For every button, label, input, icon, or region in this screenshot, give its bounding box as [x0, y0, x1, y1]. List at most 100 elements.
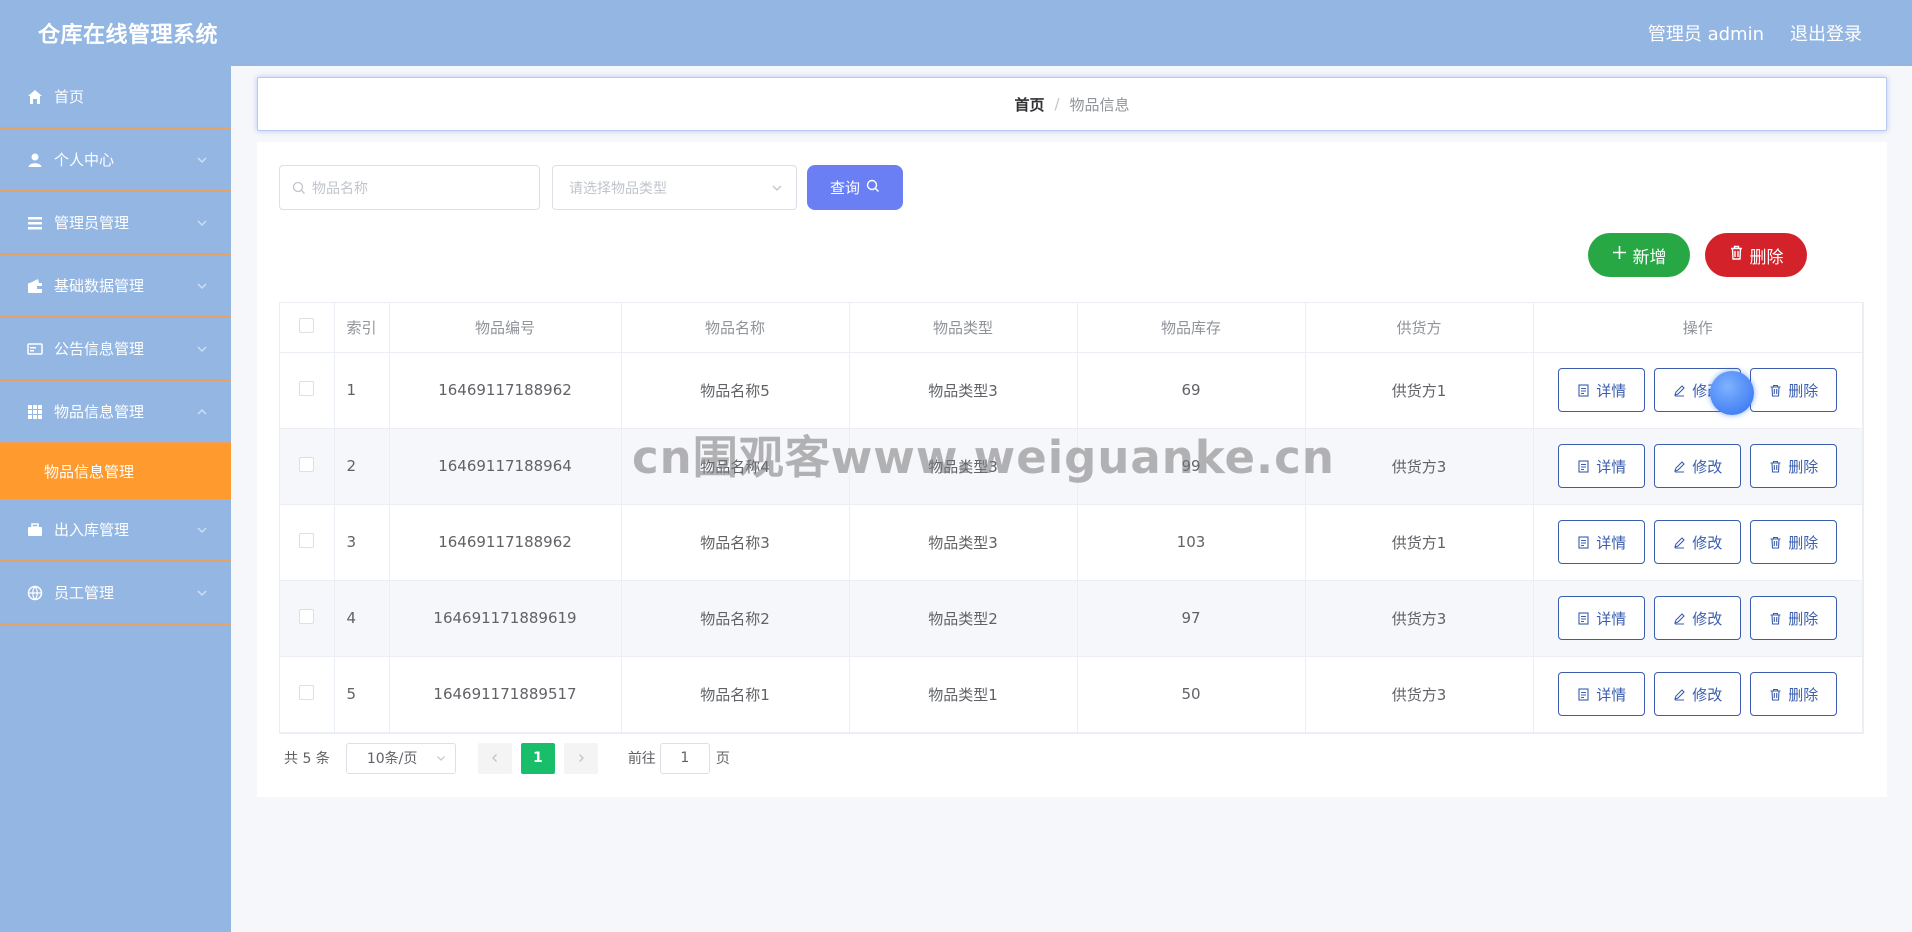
- row-delete-button[interactable]: 删除: [1750, 520, 1838, 564]
- column-header: 索引: [334, 303, 390, 353]
- user-icon: [26, 151, 44, 169]
- pencil-icon: [1674, 612, 1686, 625]
- chevron-down-icon: [195, 153, 209, 167]
- breadcrumb: 首页 / 物品信息: [257, 77, 1887, 131]
- sidebar-item-label: 基础数据管理: [54, 277, 145, 295]
- cell-code: 164691171889619: [389, 580, 622, 657]
- detail-button-label: 详情: [1596, 457, 1627, 476]
- pencil-icon: [1674, 460, 1686, 473]
- sidebar-item-label: 公告信息管理: [54, 340, 145, 358]
- query-button-label: 查询: [829, 179, 860, 197]
- sidebar-item-staff-management[interactable]: 员工管理: [0, 562, 231, 625]
- goto-label: 前往: [627, 751, 656, 767]
- goto-page-input[interactable]: 1: [659, 742, 710, 774]
- sidebar-item-announcements[interactable]: 公告信息管理: [0, 318, 231, 381]
- row-checkbox[interactable]: [299, 684, 315, 700]
- row-delete-button[interactable]: 删除: [1750, 444, 1838, 488]
- cell-supplier: 供货方1: [1305, 504, 1534, 581]
- batch-delete-button[interactable]: 删除: [1705, 233, 1807, 277]
- sidebar-item-admin-management[interactable]: 管理员管理: [0, 192, 231, 255]
- page-number-current[interactable]: 1: [520, 742, 555, 774]
- chevron-right-icon: [578, 754, 584, 762]
- next-page-button[interactable]: [563, 742, 598, 774]
- floating-assistant-bubble[interactable]: [1710, 371, 1754, 415]
- row-delete-button[interactable]: 删除: [1750, 672, 1838, 716]
- search-icon: [292, 181, 306, 195]
- cell-code: 16469117188962: [389, 352, 622, 429]
- trash-icon: [1770, 688, 1781, 701]
- delete-button-label: 删除: [1788, 609, 1819, 628]
- edit-button[interactable]: 修改: [1654, 596, 1742, 640]
- cell-supplier: 供货方3: [1305, 656, 1534, 733]
- detail-button[interactable]: 详情: [1558, 596, 1646, 640]
- chevron-up-icon: [195, 405, 209, 419]
- sidebar-item-base-data[interactable]: 基础数据管理: [0, 255, 231, 318]
- detail-button[interactable]: 详情: [1558, 520, 1646, 564]
- prev-page-button[interactable]: [477, 742, 512, 774]
- detail-button-label: 详情: [1596, 533, 1627, 552]
- row-checkbox[interactable]: [299, 608, 315, 624]
- cell-index: 5: [334, 656, 390, 733]
- table-header-row: 索引 物品编号 物品名称 物品类型 物品库存 供货方 操作: [280, 303, 1863, 353]
- cell-supplier: 供货方1: [1305, 352, 1534, 429]
- sidebar-item-personal-center[interactable]: 个人中心: [0, 129, 231, 192]
- sidebar-item-item-info[interactable]: 物品信息管理: [0, 381, 231, 444]
- select-all-checkbox[interactable]: [299, 317, 315, 333]
- total-count: 共 5 条: [284, 751, 330, 767]
- edit-button-label: 修改: [1692, 457, 1723, 476]
- card-icon: [26, 340, 44, 358]
- table-row: 2 16469117188964 物品名称4 物品类型3 99 供货方3 详情 修改 删除: [280, 428, 1863, 505]
- page-size-select[interactable]: 10条/页: [345, 742, 456, 774]
- row-checkbox[interactable]: [299, 380, 315, 396]
- sidebar-item-label: 管理员管理: [54, 214, 130, 232]
- row-delete-button[interactable]: 删除: [1750, 368, 1838, 412]
- trash-icon: [1770, 384, 1781, 397]
- add-button[interactable]: 新增: [1588, 233, 1690, 277]
- cell-name: 物品名称3: [621, 504, 850, 581]
- row-select-cell: [280, 656, 335, 733]
- document-icon: [1578, 687, 1589, 701]
- sidebar-item-inout-management[interactable]: 出入库管理: [0, 499, 231, 562]
- row-select-cell: [280, 504, 335, 581]
- add-button-label: 新增: [1632, 247, 1667, 268]
- query-button[interactable]: 查询: [807, 165, 903, 210]
- detail-button-label: 详情: [1596, 685, 1627, 704]
- cell-stock: 69: [1077, 352, 1306, 429]
- page-suffix: 页: [715, 751, 730, 767]
- detail-button[interactable]: 详情: [1558, 672, 1646, 716]
- row-checkbox[interactable]: [299, 532, 315, 548]
- select-placeholder: 请选择物品类型: [569, 180, 667, 197]
- document-icon: [1578, 383, 1589, 397]
- edit-button[interactable]: 修改: [1654, 444, 1742, 488]
- column-header: 供货方: [1305, 303, 1534, 353]
- sidebar-subitem-item-info-management[interactable]: 物品信息管理: [0, 444, 231, 499]
- sidebar-item-label: 出入库管理: [54, 521, 130, 539]
- breadcrumb-current: 物品信息: [1069, 95, 1130, 114]
- item-name-search-input[interactable]: 物品名称: [279, 165, 540, 210]
- cell-name: 物品名称4: [621, 428, 850, 505]
- edit-button[interactable]: 修改: [1654, 520, 1742, 564]
- delete-button-label: 删除: [1788, 457, 1819, 476]
- home-icon: [26, 88, 44, 106]
- sidebar-item-home[interactable]: 首页: [0, 66, 231, 129]
- detail-button[interactable]: 详情: [1558, 444, 1646, 488]
- cell-code: 16469117188962: [389, 504, 622, 581]
- cell-supplier: 供货方3: [1305, 580, 1534, 657]
- detail-button[interactable]: 详情: [1558, 368, 1646, 412]
- item-type-select[interactable]: 请选择物品类型: [552, 165, 797, 210]
- pencil-icon: [1674, 688, 1686, 701]
- edit-button[interactable]: 修改: [1654, 672, 1742, 716]
- logout-link[interactable]: 退出登录: [1790, 20, 1862, 46]
- sidebar: 首页 个人中心 管理员管理 基础数据管理 公告信息管理 物品信息管理 物品信息管…: [0, 66, 231, 932]
- row-checkbox[interactable]: [299, 456, 315, 472]
- column-header: 物品编号: [389, 303, 622, 353]
- edit-button-label: 修改: [1692, 609, 1723, 628]
- row-delete-button[interactable]: 删除: [1750, 596, 1838, 640]
- breadcrumb-home[interactable]: 首页: [1014, 94, 1044, 115]
- row-select-cell: [280, 580, 335, 657]
- plus-icon: [1612, 245, 1627, 265]
- grid-icon: [26, 403, 44, 421]
- current-user-label[interactable]: 管理员 admin: [1648, 20, 1764, 46]
- cell-type: 物品类型3: [849, 428, 1078, 505]
- delete-button-label: 删除: [1788, 533, 1819, 552]
